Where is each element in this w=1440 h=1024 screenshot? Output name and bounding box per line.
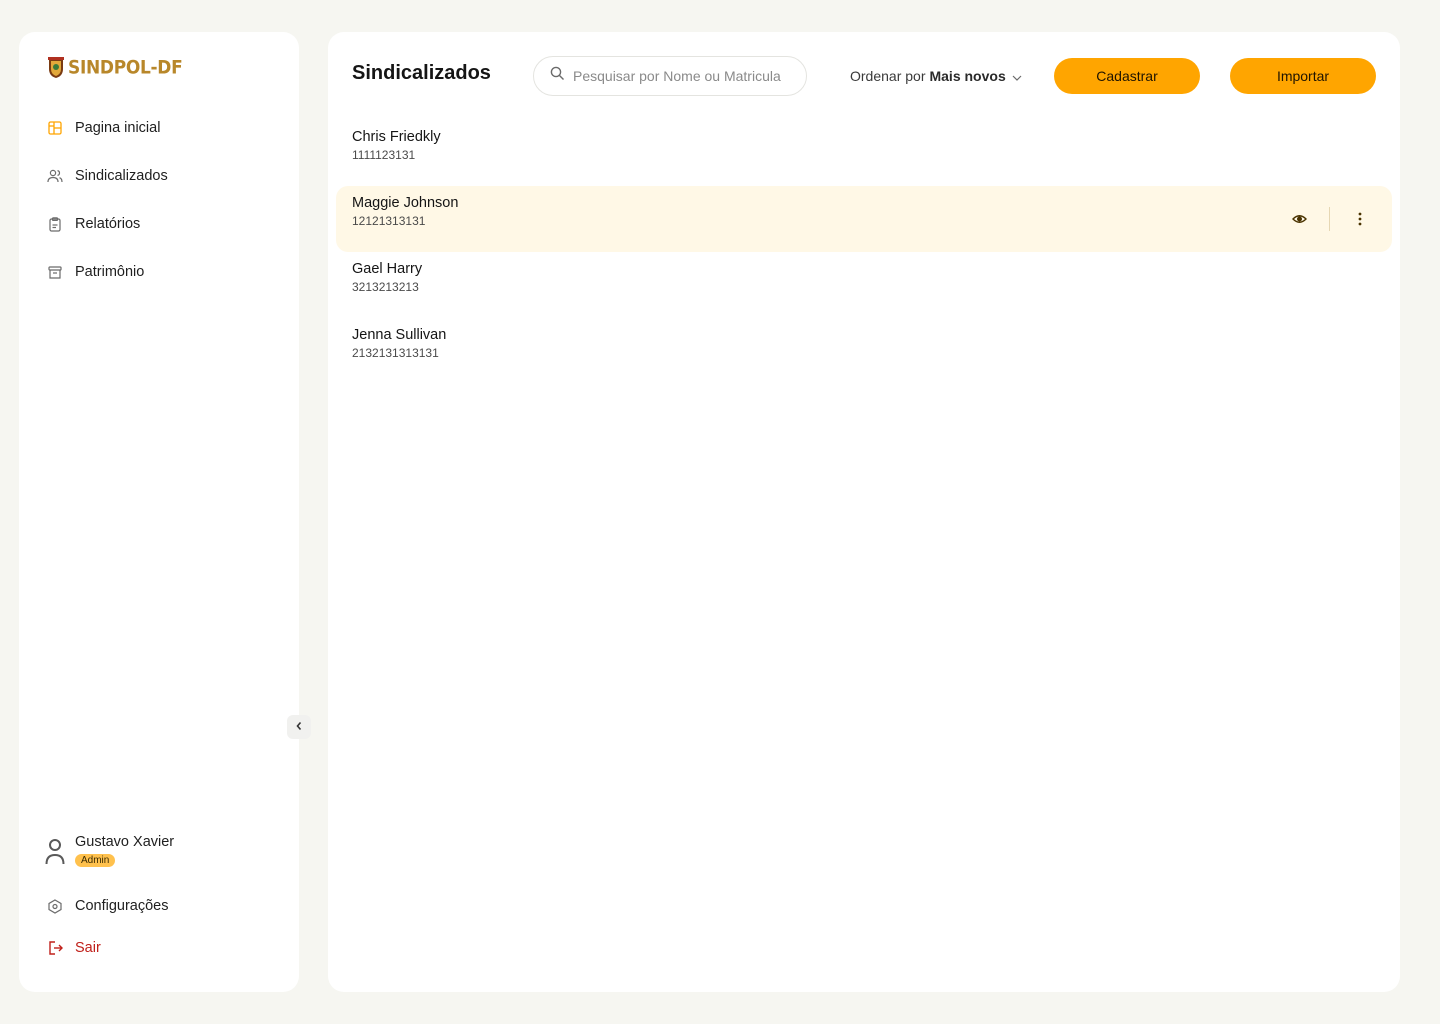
settings-button[interactable]: Configurações bbox=[45, 894, 169, 918]
sidebar-item-patrimonio[interactable]: Patrimônio bbox=[45, 258, 285, 286]
main-panel: Sindicalizados Ordenar por Mais novos Ca… bbox=[328, 32, 1400, 992]
search-icon bbox=[550, 66, 565, 86]
search-box[interactable] bbox=[533, 56, 807, 96]
sidebar: SINDPOL-DF Pagina inicial Sindicalizados… bbox=[19, 32, 311, 992]
logout-icon bbox=[45, 938, 65, 958]
settings-hexagon-icon bbox=[45, 896, 65, 916]
list-item[interactable]: Jenna Sullivan 2132131313131 bbox=[336, 318, 1392, 384]
more-options-icon[interactable] bbox=[1348, 207, 1372, 231]
search-input[interactable] bbox=[573, 68, 793, 84]
archive-icon bbox=[45, 262, 65, 282]
users-icon bbox=[45, 166, 65, 186]
member-matricula: 2132131313131 bbox=[352, 346, 439, 360]
member-name: Chris Friedkly bbox=[352, 129, 441, 145]
user-profile[interactable]: Gustavo Xavier Admin bbox=[45, 834, 174, 868]
user-name: Gustavo Xavier bbox=[75, 834, 175, 850]
member-matricula: 12121313131 bbox=[352, 214, 426, 228]
clipboard-icon bbox=[45, 214, 65, 234]
sidebar-item-label: Pagina inicial bbox=[75, 120, 161, 136]
sidebar-item-sindicalizados[interactable]: Sindicalizados bbox=[45, 162, 285, 190]
list-item[interactable]: Gael Harry 3213213213 bbox=[336, 252, 1392, 318]
row-actions bbox=[1287, 207, 1372, 231]
member-matricula: 3213213213 bbox=[352, 280, 419, 294]
sidebar-item-label: Relatórios bbox=[75, 216, 141, 232]
sidebar-item-label: Sindicalizados bbox=[75, 168, 168, 184]
settings-label: Configurações bbox=[75, 898, 169, 914]
divider bbox=[1329, 207, 1330, 231]
logout-label: Sair bbox=[75, 940, 101, 956]
sidebar-item-label: Patrimônio bbox=[75, 264, 145, 280]
member-name: Jenna Sullivan bbox=[352, 327, 447, 343]
user-avatar-icon bbox=[45, 836, 65, 866]
sidebar-nav: Pagina inicial Sindicalizados Relatórios… bbox=[45, 114, 285, 306]
shield-logo-icon bbox=[48, 57, 64, 78]
chevron-down-icon bbox=[1012, 68, 1022, 84]
member-name: Maggie Johnson bbox=[352, 195, 459, 211]
list-item[interactable]: Chris Friedkly 1111123131 bbox=[336, 120, 1392, 186]
sidebar-item-relatorios[interactable]: Relatórios bbox=[45, 210, 285, 238]
member-name: Gael Harry bbox=[352, 261, 423, 277]
brand-logo[interactable]: SINDPOL-DF bbox=[47, 56, 183, 80]
sort-dropdown[interactable]: Ordenar por Mais novos bbox=[850, 68, 1022, 84]
chevron-left-icon bbox=[295, 718, 303, 736]
member-matricula: 1111123131 bbox=[352, 148, 416, 162]
register-button[interactable]: Cadastrar bbox=[1054, 58, 1200, 94]
page-title: Sindicalizados bbox=[352, 62, 491, 84]
import-button[interactable]: Importar bbox=[1230, 58, 1376, 94]
layout-icon bbox=[45, 118, 65, 138]
view-eye-icon[interactable] bbox=[1287, 207, 1311, 231]
member-list: Chris Friedkly 1111123131 Maggie Johnson… bbox=[336, 120, 1392, 384]
role-badge: Admin bbox=[75, 854, 116, 867]
logout-button[interactable]: Sair bbox=[45, 936, 101, 960]
sort-prefix: Ordenar por bbox=[850, 68, 926, 84]
sidebar-item-pagina-inicial[interactable]: Pagina inicial bbox=[45, 114, 285, 142]
list-item[interactable]: Maggie Johnson 12121313131 bbox=[336, 186, 1392, 252]
collapse-sidebar-button[interactable] bbox=[287, 715, 311, 739]
sort-value: Mais novos bbox=[929, 68, 1006, 84]
brand-name: SINDPOL-DF bbox=[68, 57, 183, 79]
